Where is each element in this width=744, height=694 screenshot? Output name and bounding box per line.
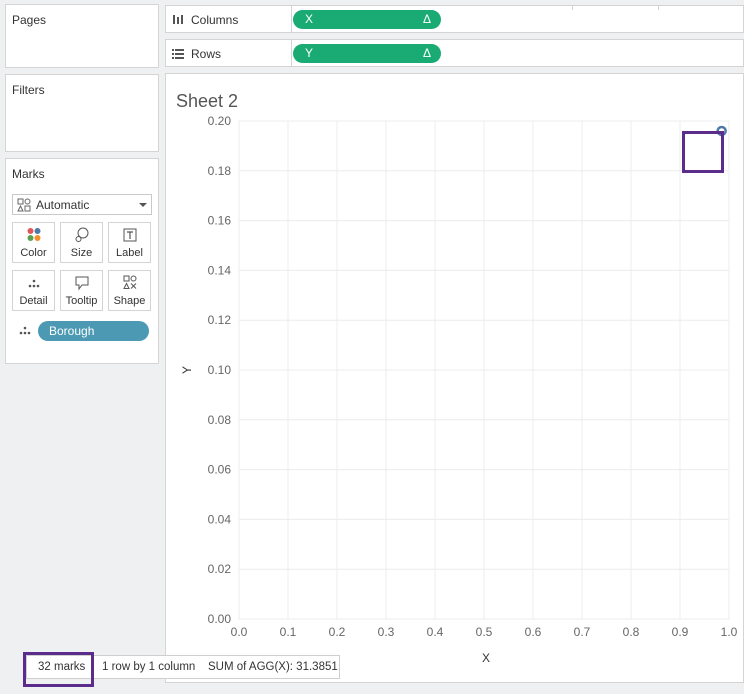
shape-card-label: Shape: [113, 295, 146, 307]
detail-card[interactable]: Detail: [12, 270, 55, 311]
tooltip-card[interactable]: Tooltip: [60, 270, 103, 311]
shape-card[interactable]: Shape: [108, 270, 151, 311]
label-card-label: Label: [116, 247, 143, 259]
shape-icon: [123, 275, 137, 289]
y-pill-label: Y: [305, 46, 314, 60]
pages-title: Pages: [12, 13, 47, 27]
x-pill-label: X: [305, 12, 314, 26]
y-pill[interactable]: Y Δ: [293, 44, 441, 63]
x-tick-label: 0.5: [476, 625, 493, 639]
marks-count-highlight-box: [23, 652, 94, 687]
columns-icon: [173, 15, 183, 24]
chevron-down-icon: [139, 203, 147, 207]
y-tick-label: 0.06: [208, 463, 232, 477]
tooltip-card-label: Tooltip: [65, 295, 98, 307]
shelf-divider: [291, 40, 292, 66]
y-tick-label: 0.08: [208, 413, 232, 427]
label-icon: [123, 228, 137, 242]
rows-shelf[interactable]: Rows Y Δ: [165, 39, 744, 67]
marks-panel: Marks Automatic Color Size Label Detail …: [5, 158, 159, 364]
x-tick-label: 0.1: [280, 625, 297, 639]
x-tick-label: 0.8: [623, 625, 640, 639]
y-tick-label: 0.00: [208, 612, 232, 626]
rows-icon: [172, 49, 184, 59]
shelf-divider: [291, 6, 292, 32]
rows-label: Rows: [191, 47, 222, 61]
filters-panel[interactable]: Filters: [5, 74, 159, 152]
x-tick-label: 1.0: [721, 625, 738, 639]
shelf-tick: [572, 6, 573, 10]
x-tick-label: 0.9: [672, 625, 689, 639]
detail-field-row: Borough: [18, 321, 158, 341]
mark-highlight-box: [682, 131, 724, 173]
delta-icon: Δ: [422, 12, 431, 26]
y-tick-label: 0.16: [208, 214, 232, 228]
marks-title: Marks: [12, 167, 45, 181]
y-tick-label: 0.18: [208, 164, 232, 178]
color-icon: [27, 228, 41, 241]
x-axis-title: X: [482, 651, 490, 665]
scatter-chart[interactable]: 0.0 0.1 0.2 0.3 0.4 0.5 0.6 0.7 0.8 0.9 1.0 0.00 0.0…: [166, 74, 743, 682]
y-tick-label: 0.20: [208, 114, 232, 128]
x-tick-label: 0.0: [231, 625, 248, 639]
x-tick-label: 0.2: [329, 625, 346, 639]
pages-panel: Pages: [5, 4, 159, 68]
y-tick-label: 0.02: [208, 562, 232, 576]
y-tick-label: 0.04: [208, 512, 232, 526]
label-card[interactable]: Label: [108, 222, 151, 263]
size-card[interactable]: Size: [60, 222, 103, 263]
detail-card-label: Detail: [19, 295, 48, 307]
size-icon: [75, 227, 89, 242]
x-tick-label: 0.4: [427, 625, 444, 639]
x-tick-label: 0.3: [378, 625, 395, 639]
y-tick-label: 0.14: [208, 263, 232, 277]
borough-pill[interactable]: Borough: [38, 321, 149, 341]
tooltip-icon: [75, 276, 89, 291]
columns-shelf[interactable]: Columns X Δ: [165, 5, 744, 33]
y-tick-label: 0.12: [208, 313, 232, 327]
x-pill[interactable]: X Δ: [293, 10, 441, 29]
detail-icon: [19, 326, 31, 335]
delta-icon: Δ: [422, 46, 431, 60]
y-tick-label: 0.10: [208, 363, 232, 377]
size-card-label: Size: [70, 247, 93, 259]
rows-columns-count: 1 row by 1 column: [102, 661, 196, 673]
x-tick-label: 0.6: [525, 625, 542, 639]
color-card[interactable]: Color: [12, 222, 55, 263]
automatic-mark-icon: [17, 198, 31, 212]
columns-label: Columns: [191, 13, 239, 27]
mark-type-dropdown[interactable]: Automatic: [12, 194, 152, 215]
mark-type-label: Automatic: [36, 198, 90, 212]
filters-title: Filters: [12, 83, 45, 97]
color-card-label: Color: [20, 247, 47, 259]
y-axis-title: Y: [180, 366, 194, 374]
sum-agg-x: SUM of AGG(X): 31.3851: [208, 661, 338, 673]
detail-icon: [28, 279, 40, 288]
shelf-tick: [658, 6, 659, 10]
x-tick-label: 0.7: [574, 625, 591, 639]
sheet-view: Sheet 2 0.0 0.1 0.2 0.3 0.4 0.5 0.6 0.7 0.8 0.9 1.…: [165, 73, 744, 683]
